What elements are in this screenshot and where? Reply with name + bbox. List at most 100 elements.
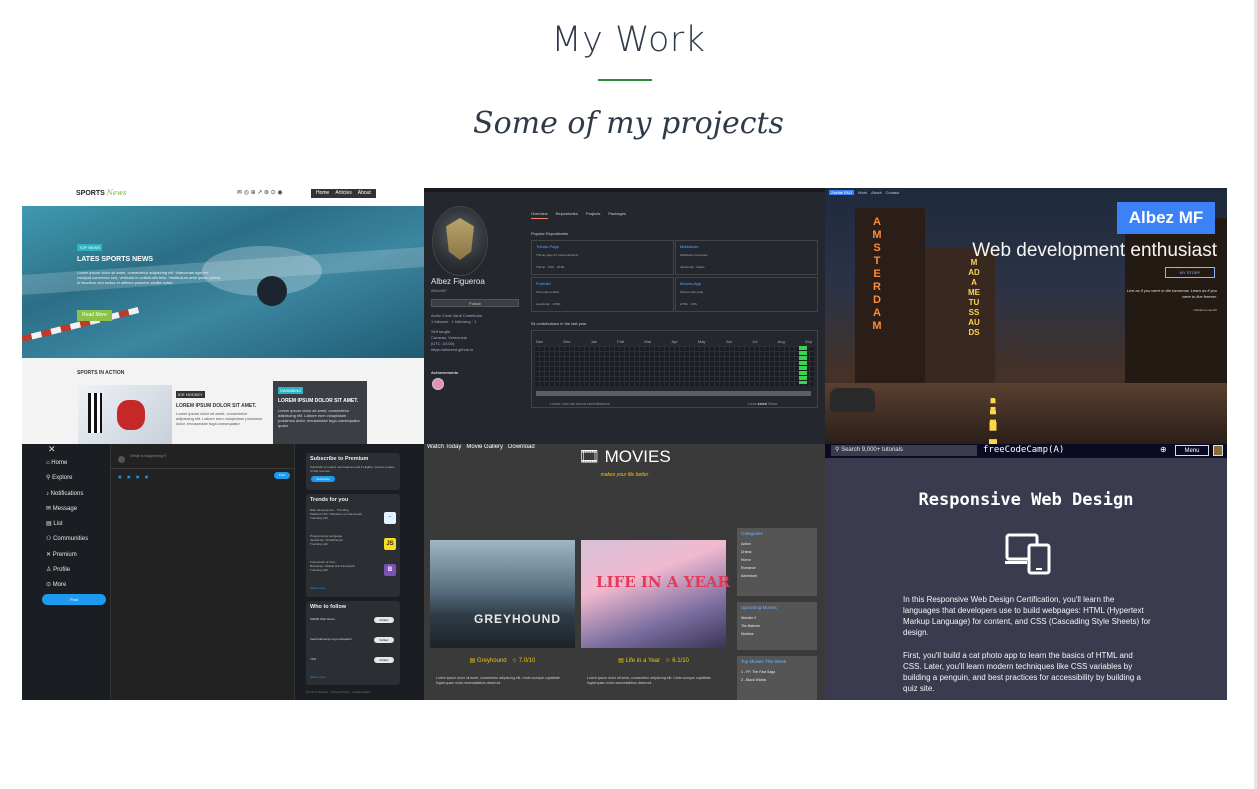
film-icon: ▤	[618, 658, 624, 664]
bell-icon: ♪	[46, 490, 49, 497]
nav-profile: ♙ Profile	[46, 567, 71, 574]
bootstrap-icon: B	[384, 564, 396, 576]
movies-slogan: makes your life better	[600, 472, 649, 478]
x-icon: ✕	[46, 551, 52, 558]
hero-text: Lorem ipsum dolor sit amet, consectetur …	[77, 270, 221, 285]
poster-title: GREYHOUND	[474, 612, 562, 626]
amsterdam-sign: AMSTERDAM	[872, 216, 882, 332]
project-freecodecamp[interactable]: ⚲ Search 9,000+ tutorials freeCodeCamp(A…	[825, 444, 1227, 700]
fcc-paragraph: First, you'll build a cat photo app to l…	[903, 651, 1141, 693]
title-underline	[598, 79, 652, 81]
movie-description: Lorem ipsum dolor sit amet, consectetur …	[587, 676, 711, 685]
film-icon: ▤	[469, 658, 476, 664]
trends-box: Trends for you Web development · Trendin…	[306, 494, 400, 597]
dark-card-text: Lorem ipsum dolor sit amet, consectetur …	[278, 408, 360, 428]
x-logo-icon: ✕	[48, 444, 56, 454]
section-subtitle: Some of my projects	[473, 106, 784, 141]
fcc-title: Responsive Web Design	[918, 490, 1134, 510]
popular-repos-heading: Popular Repositories	[531, 231, 569, 236]
project-sports-news[interactable]: SPORTS News ✉ ◎ ⊕ ↗ ⊛ ⊙ ◉ Home Articles …	[22, 188, 424, 444]
section-heading: SPORTS IN ACTION	[77, 370, 125, 376]
my-story-button: MY STORY	[1165, 267, 1215, 278]
follow-button: Follow	[431, 299, 519, 307]
twitter-feed	[110, 444, 295, 700]
globe-icon: ⊕	[1160, 445, 1167, 454]
life-in-a-year-poster	[581, 540, 726, 648]
achievement-badge	[432, 378, 444, 390]
contribution-active-days	[799, 346, 807, 384]
dark-card-tag: SWIMMING	[278, 387, 304, 394]
search-icon: ⚲	[46, 475, 51, 482]
portfolio-nav: Zwhite FAO Work About Contact	[829, 190, 900, 195]
greyhound-poster	[430, 540, 575, 648]
subscribe-box: Subscribe to Premium Subscribe to unlock…	[306, 453, 400, 490]
upcoming-panel: Upcoming Movies Wonder 2 The Batman Morbiu…	[737, 602, 817, 650]
responsive-devices-icon	[1005, 533, 1051, 575]
sports-menu-item: Articles	[335, 190, 352, 196]
portfolio-quote: Live as if you were to die tomorrow. Lea…	[1126, 288, 1217, 299]
achievements-heading: Achievements	[431, 370, 459, 375]
nav-communities: ⚇ Communities	[46, 536, 89, 543]
nav-message: ✉ Message	[46, 505, 78, 512]
project-twitter-clone[interactable]: ✕ ⌂ Home ⚲ Explore ♪ Notifications ✉ Mes…	[22, 444, 424, 700]
top-movies-panel: Top Movies This Week 1 - FF: The Fast Sa…	[737, 656, 817, 700]
hero-tag: TOP NEWS	[77, 244, 103, 251]
pinned-repo: Movies-App Movies web page HTML · CSS	[675, 277, 818, 312]
sports-menu-item: Home	[316, 190, 330, 196]
post-button: Post	[42, 594, 106, 605]
profile-meta: Arctic Code Vault Contributor 1 follower…	[431, 313, 483, 352]
quote-author: - Mahatma Gandhi	[1192, 308, 1217, 312]
sports-menu-item: About	[357, 190, 371, 196]
home-icon: ⌂	[46, 460, 50, 466]
project-github-profile[interactable]: Albez Figueroa AlbezMF Follow Arctic Cod…	[424, 188, 825, 444]
nav-notifications: ♪ Notifications	[46, 490, 84, 497]
project-portfolio[interactable]: AMSTERDAM MADAME TUSSAUDS Zwhite FAO Wor…	[825, 188, 1227, 444]
project-movies[interactable]: Watch Today Movie Gallery Download 🎞 MOVIE…	[424, 444, 825, 700]
movie-description: Lorem ipsum dolor sit amet, consectetur …	[436, 676, 560, 685]
compose-avatar	[118, 456, 125, 463]
twitter-footer: Terms of Service · Privacy Policy · Cook…	[306, 690, 371, 694]
avatar	[1213, 445, 1223, 456]
nav-explore: ⚲ Explore	[46, 475, 73, 482]
read-more-button: Read More	[77, 310, 112, 321]
mail-icon: ✉	[46, 505, 52, 512]
twitter-nav: ⌂ Home ⚲ Explore ♪ Notifications ✉ Messa…	[46, 456, 116, 594]
hero-headline: LATES SPORTS NEWS	[77, 256, 154, 263]
pinned-repo: Markdown Markdown previewer JavaScript · R…	[675, 240, 818, 275]
portfolio-tagline: Web development enthusiast	[972, 240, 1217, 261]
javascript-icon: JS	[384, 538, 396, 550]
nav-more: ⊙ More	[46, 582, 67, 589]
profile-name: Albez Figueroa	[431, 277, 485, 286]
twitter-right-column: Subscribe to Premium Subscribe to unlock…	[300, 444, 402, 700]
card-headline: LOREM IPSUM DOLOR SIT AMET.	[176, 403, 257, 409]
compose-placeholder: What is happening?!	[130, 453, 167, 458]
compose-icons: ▣ ▣ ▣ ▣	[118, 474, 151, 479]
pinned-repo: Tribute-Page Tribute page for freeCodeCam…	[531, 240, 674, 275]
pinned-repo: Portfolio Personal portfolio JavaScript · …	[531, 277, 674, 312]
profile-tabs: Overview Repositories Projects Packages	[531, 211, 626, 219]
card-tag: ICE HOCKEY	[176, 391, 205, 398]
movie-label: ▤ Greyhound ☆ 7.0/10	[469, 658, 536, 664]
contribution-months: Nov Dec Jan Feb Mar Apr May Jun Jul Aug Sep	[536, 339, 812, 344]
portfolio-name: Albez MF	[1117, 202, 1215, 234]
calendar-scrollbar	[536, 391, 811, 396]
more-icon: ⊙	[46, 582, 52, 589]
projects-grid: SPORTS News ✉ ◎ ⊕ ↗ ⊛ ⊙ ◉ Home Articles …	[22, 188, 1227, 700]
user-icon: ♙	[46, 567, 52, 574]
movies-brand: 🎞 MOVIES	[578, 447, 671, 466]
who-to-follow-box: Who to follow MARM Web Dever Follow freeC…	[306, 601, 400, 685]
fcc-logo: freeCodeCamp(A)	[983, 445, 1065, 455]
fcc-menu-button: Menu	[1175, 445, 1209, 456]
nav-home: ⌂ Home	[46, 460, 68, 466]
nav-premium: ✕ Premium	[46, 551, 77, 558]
nav-list: ▤ List	[46, 521, 63, 528]
categories-panel: Categories Action Drama Horror Romance Adven…	[737, 528, 817, 596]
fcc-paragraph: In this Responsive Web Design Certificat…	[903, 595, 1151, 637]
page: My Work Some of my projects SPORTS News …	[0, 0, 1257, 789]
fcc-search: ⚲ Search 9,000+ tutorials	[831, 445, 977, 456]
sports-menu: Home Articles About	[311, 189, 376, 198]
social-icons: ✉ ◎ ⊕ ↗ ⊛ ⊙ ◉	[237, 190, 283, 196]
search-icon: ⚲	[835, 447, 840, 453]
poster-title: LIFE IN A YEAR	[596, 573, 730, 591]
dark-card-headline: LOREM IPSUM DOLOR SIT AMET.	[278, 398, 359, 404]
